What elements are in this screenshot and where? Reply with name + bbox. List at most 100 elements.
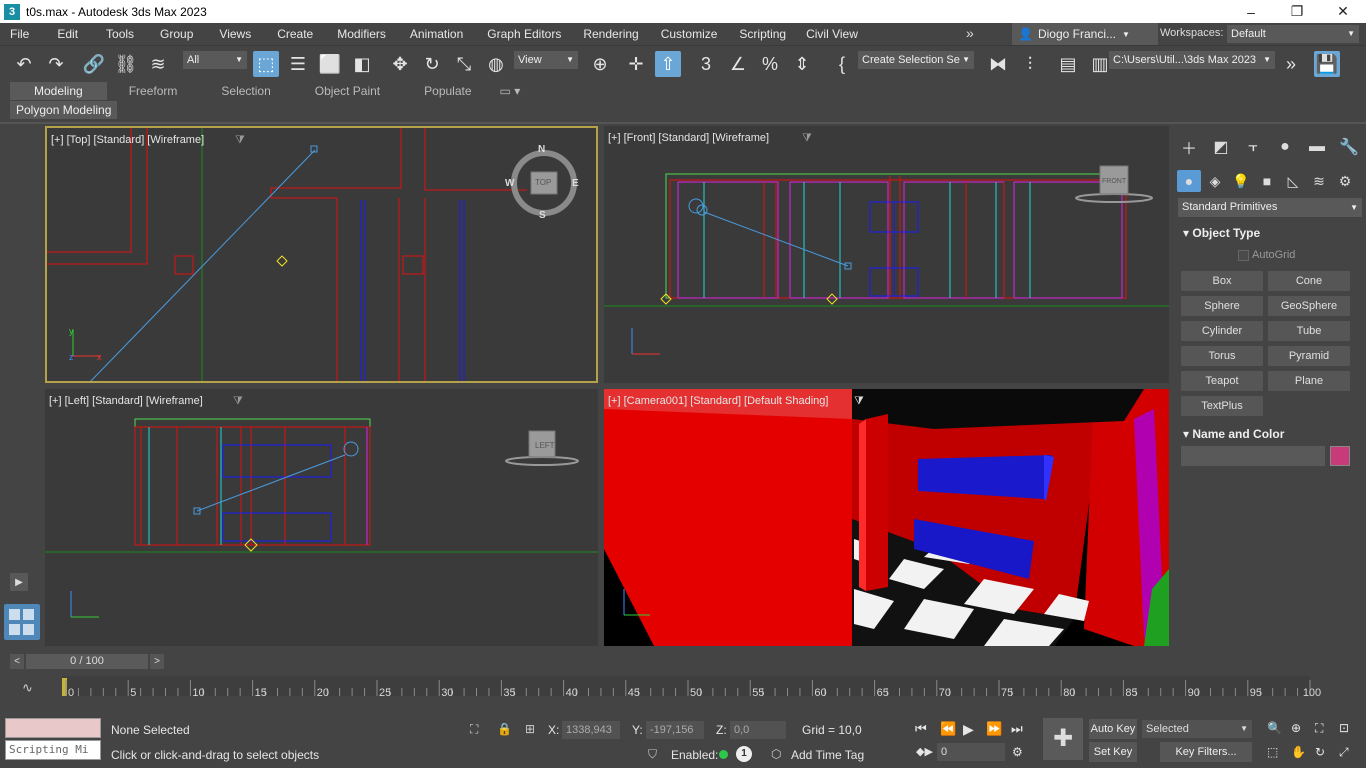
select-manipulate-icon[interactable]: ✛ — [623, 51, 649, 77]
create-tab-icon[interactable]: ＋ — [1178, 136, 1200, 158]
menu-customize[interactable]: Customize — [647, 27, 726, 41]
plane-button[interactable]: Plane — [1268, 371, 1350, 391]
viewport-camera[interactable]: [+] [Camera001] [Standard] [Default Shad… — [604, 389, 1169, 646]
key-filters-button[interactable]: Key Filters... — [1160, 742, 1252, 762]
menu-scripting[interactable]: Scripting — [725, 27, 794, 41]
viewcube-top-face[interactable]: TOP — [535, 178, 551, 187]
maxscript-listener-output[interactable] — [5, 718, 101, 738]
space-warps-icon[interactable]: ≋ — [1307, 170, 1331, 192]
user-account-dropdown[interactable]: 👤 Diogo Franci... ▼ — [1012, 23, 1158, 45]
filter-icon[interactable]: ⧩ — [235, 134, 245, 147]
unlink-icon[interactable]: ⛓ — [113, 51, 139, 77]
teapot-button[interactable]: Teapot — [1181, 371, 1263, 391]
maxscript-mini-listener[interactable]: Scripting Mi — [5, 740, 101, 760]
reference-coord-dropdown[interactable]: View ▼ — [514, 51, 578, 69]
snaps-toggle-icon[interactable]: 3 — [693, 51, 719, 77]
edit-named-selection-icon[interactable]: { — [829, 51, 855, 77]
isolate-selection-icon[interactable]: ⛶ — [470, 722, 478, 737]
toolbar-overflow-icon[interactable]: » — [1278, 51, 1304, 77]
viewport-layout-icon[interactable] — [4, 604, 40, 640]
torus-button[interactable]: Torus — [1181, 346, 1263, 366]
play-expand-icon[interactable]: ▶ — [10, 573, 28, 591]
track-bar[interactable]: 0 5 10 15 20 25 30 35 40 45 50 55 60 65 70 75 80 85 90 95 10… — [10, 676, 1365, 704]
tab-populate[interactable]: Populate — [402, 82, 493, 100]
window-crossing-icon[interactable]: ◧ — [349, 51, 375, 77]
utilities-tab-icon[interactable]: 🔧 — [1338, 136, 1360, 158]
auto-key-button[interactable]: Auto Key — [1089, 719, 1137, 739]
display-tab-icon[interactable]: ▬ — [1306, 136, 1328, 158]
rotate-icon[interactable]: ↻ — [419, 51, 445, 77]
key-mode-icon[interactable]: ◆▶ — [916, 745, 933, 758]
lock-icon[interactable]: 🔒 — [497, 722, 512, 736]
select-object-icon[interactable]: ⬚ — [253, 51, 279, 77]
systems-icon[interactable]: ⚙ — [1333, 170, 1357, 192]
viewcube-front-face[interactable]: FRONT — [1102, 178, 1126, 185]
maximize-button[interactable]: ❐ — [1274, 0, 1320, 23]
percent-snap-icon[interactable]: % — [757, 51, 783, 77]
link-icon[interactable]: 🔗 — [81, 51, 107, 77]
adaptive-degradation-icon[interactable]: ⛉ — [648, 747, 657, 762]
orbit-icon[interactable]: ↻ — [1315, 745, 1325, 759]
next-frame-icon[interactable]: ⏩ — [986, 721, 1002, 737]
spinner-snap-icon[interactable]: ⇕ — [789, 51, 815, 77]
menu-civil-view[interactable]: Civil View — [794, 27, 866, 41]
set-key-large-icon[interactable]: ✚ — [1043, 718, 1083, 760]
time-next-icon[interactable]: > — [150, 654, 164, 669]
tab-selection[interactable]: Selection — [199, 82, 292, 100]
cylinder-button[interactable]: Cylinder — [1181, 321, 1263, 341]
tab-object-paint[interactable]: Object Paint — [293, 82, 402, 100]
project-folder-dropdown[interactable]: C:\Users\Util...\3ds Max 2023 ▼ — [1109, 51, 1275, 69]
tab-modeling[interactable]: Modeling — [10, 82, 107, 100]
viewport-front[interactable]: [+] [Front] [Standard] [Wireframe] ⧩ FRO… — [604, 126, 1169, 383]
current-frame-field[interactable]: 0 — [937, 743, 1005, 761]
tube-button[interactable]: Tube — [1268, 321, 1350, 341]
selection-filter-dropdown[interactable]: All ▼ — [183, 51, 247, 69]
time-prev-icon[interactable]: < — [10, 654, 24, 669]
hierarchy-tab-icon[interactable]: ⫟ — [1242, 136, 1264, 158]
pan-icon[interactable]: ✋ — [1291, 745, 1306, 759]
sphere-button[interactable]: Sphere — [1181, 296, 1263, 316]
lights-icon[interactable]: 💡 — [1229, 170, 1253, 192]
select-by-name-icon[interactable]: ☰ — [285, 51, 311, 77]
go-to-start-icon[interactable]: ⏮ — [915, 721, 927, 737]
mirror-icon[interactable]: ⧓ — [985, 51, 1011, 77]
save-icon[interactable]: 💾 — [1314, 51, 1340, 77]
set-key-button[interactable]: Set Key — [1089, 742, 1137, 762]
cone-button[interactable]: Cone — [1268, 271, 1350, 291]
filter-icon[interactable]: ⧩ — [802, 132, 812, 145]
viewport-front-label[interactable]: [+] [Front] [Standard] [Wireframe] — [608, 132, 769, 144]
ribbon-options-icon[interactable]: ▭ ▾ — [494, 82, 527, 100]
angle-snap-icon[interactable]: ∠ — [725, 51, 751, 77]
keyboard-shortcut-toggle-icon[interactable]: ⇧ — [655, 51, 681, 77]
y-coordinate-field[interactable]: -197,156 — [646, 721, 704, 739]
menu-views[interactable]: Views — [201, 27, 259, 41]
placement-icon[interactable]: ◍ — [483, 51, 509, 77]
modify-tab-icon[interactable]: ◩ — [1210, 136, 1232, 158]
viewport-top-label[interactable]: [+] [Top] [Standard] [Wireframe] — [51, 134, 204, 146]
name-color-rollout-header[interactable]: ▾ Name and Color — [1183, 427, 1284, 441]
align-icon[interactable]: ⫶ — [1017, 51, 1043, 77]
zoom-icon[interactable]: 🔍 — [1267, 721, 1282, 735]
cameras-icon[interactable]: ■ — [1255, 170, 1279, 192]
geosphere-button[interactable]: GeoSphere — [1268, 296, 1350, 316]
named-selection-dropdown[interactable]: Create Selection Se ▼ — [858, 51, 974, 69]
workspace-dropdown[interactable]: Default ▼ — [1227, 25, 1359, 43]
previous-frame-icon[interactable]: ⏪ — [940, 721, 956, 737]
primitive-category-dropdown[interactable]: Standard Primitives ▼ — [1178, 198, 1362, 217]
close-button[interactable]: ✕ — [1320, 0, 1366, 23]
menu-tools[interactable]: Tools — [86, 27, 142, 41]
object-type-rollout-header[interactable]: ▾ Object Type — [1183, 226, 1260, 240]
pyramid-button[interactable]: Pyramid — [1268, 346, 1350, 366]
z-coordinate-field[interactable]: 0,0 — [730, 721, 786, 739]
viewcube-left-face[interactable]: LEFT — [535, 441, 555, 450]
time-configuration-icon[interactable]: ⚙ — [1012, 745, 1023, 759]
field-of-view-icon[interactable]: ⬚ — [1267, 745, 1278, 759]
time-tag-icon[interactable]: ⬡ — [771, 747, 781, 761]
menu-group[interactable]: Group — [142, 27, 201, 41]
filter-icon[interactable]: ⧩ — [854, 395, 864, 408]
menu-file[interactable]: File — [0, 27, 37, 41]
move-icon[interactable]: ✥ — [387, 51, 413, 77]
scale-icon[interactable]: ⤡ — [451, 51, 477, 77]
autogrid-checkbox[interactable] — [1238, 250, 1249, 261]
key-set-dropdown[interactable]: Selected ▼ — [1142, 720, 1252, 738]
